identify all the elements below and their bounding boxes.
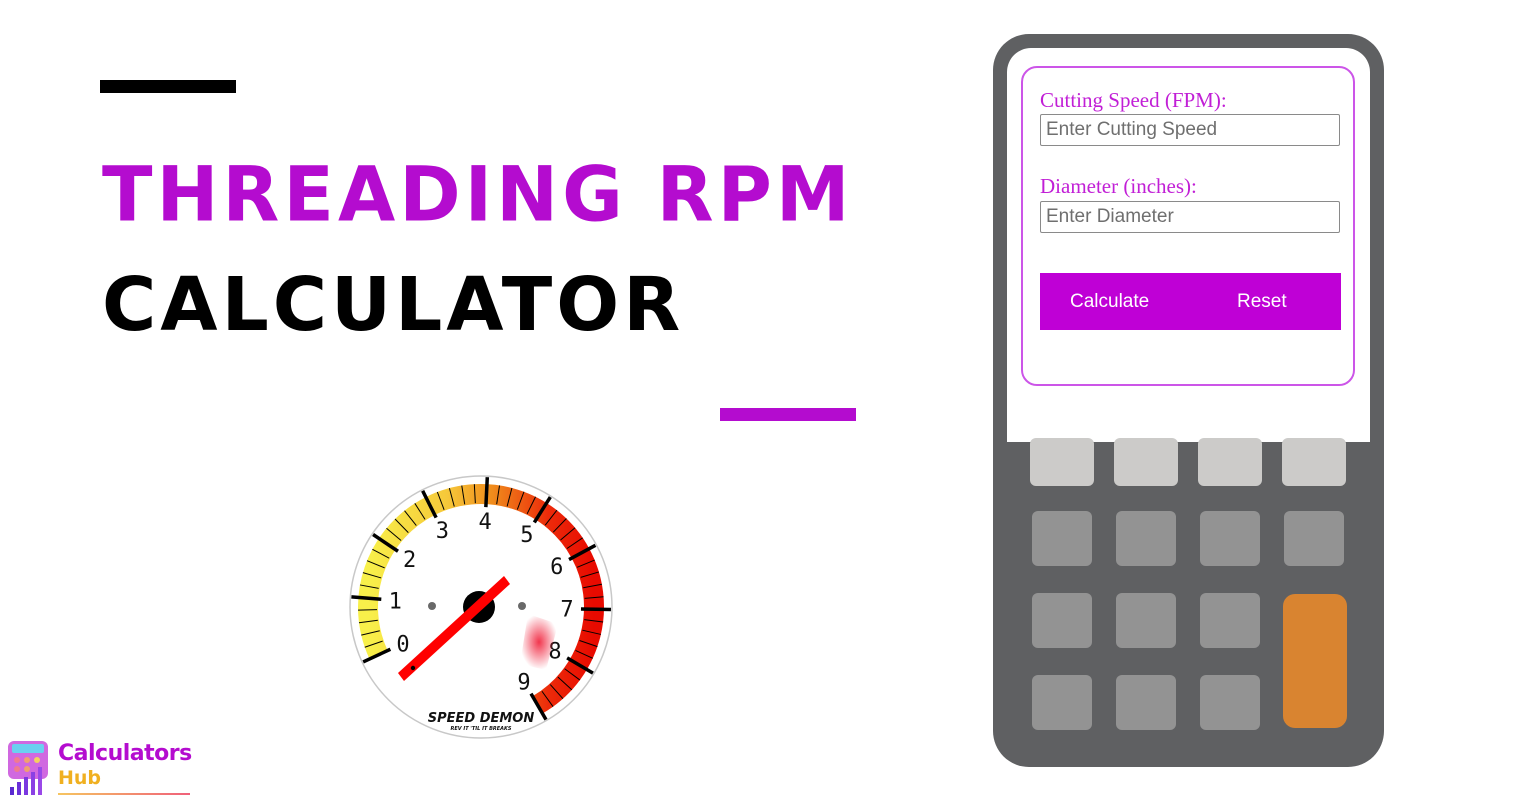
tachometer-icon: 0123 456789 SPEED DEMON REV IT 'TIL IT BR…: [349, 475, 613, 739]
gauge-label: 3: [436, 519, 449, 544]
keypad-key: [1032, 511, 1092, 566]
gauge-major-tick: [580, 607, 612, 612]
decorative-bar-bottom: [720, 408, 856, 421]
button-bar: Calculate Reset: [1040, 273, 1341, 330]
gauge-label: 7: [560, 598, 573, 623]
diameter-input[interactable]: [1040, 201, 1340, 233]
keypad-key: [1032, 593, 1092, 648]
reset-button[interactable]: Reset: [1237, 273, 1287, 330]
calculator-logo-icon: [8, 741, 48, 795]
gauge-needle-tip-dot: [410, 665, 416, 671]
calculator-device: Cutting Speed (FPM): Diameter (inches): …: [993, 34, 1384, 767]
gauge-dot-left: [428, 602, 436, 610]
keypad-key: [1030, 438, 1094, 486]
gauge-label: 0: [396, 632, 409, 657]
keypad-key: [1200, 511, 1260, 566]
gauge-major-tick: [351, 595, 382, 601]
keypad-key: [1114, 438, 1178, 486]
keypad-key: [1198, 438, 1262, 486]
logo-text-calculators: Calculators: [58, 741, 192, 766]
keypad-key: [1200, 675, 1260, 730]
cutting-speed-label: Cutting Speed (FPM):: [1040, 88, 1227, 112]
keypad-equals-key: [1283, 594, 1347, 728]
keypad-key: [1032, 675, 1092, 730]
gauge-label: 9: [517, 670, 530, 695]
gauge-label: 6: [550, 555, 563, 580]
gauge-dot-right: [518, 602, 526, 610]
gauge-label: 4: [479, 510, 492, 535]
calculator-screen: Cutting Speed (FPM): Diameter (inches): …: [1007, 48, 1370, 442]
diameter-label: Diameter (inches):: [1040, 174, 1197, 198]
gauge-label: 2: [403, 548, 416, 573]
gauge-major-tick: [484, 477, 490, 508]
gauge-tagline: REV IT 'TIL IT BREAKS: [450, 726, 511, 732]
gauge-brand: SPEED DEMON: [428, 711, 535, 726]
decorative-bar-top: [100, 80, 236, 93]
rpm-calculator-form: Cutting Speed (FPM): Diameter (inches): …: [1021, 66, 1355, 386]
gauge-label: 1: [389, 589, 402, 614]
logo-text-hub: Hub: [58, 767, 102, 789]
keypad-key: [1284, 511, 1344, 566]
calculators-hub-logo[interactable]: Calculators Hub: [6, 740, 196, 798]
keypad-key: [1116, 511, 1176, 566]
cutting-speed-input[interactable]: [1040, 114, 1340, 146]
page-title-line2: CALCULATOR: [102, 262, 685, 348]
keypad-key: [1282, 438, 1346, 486]
logo-underline: [58, 793, 190, 795]
keypad-key: [1116, 675, 1176, 730]
keypad-key: [1116, 593, 1176, 648]
gauge-label: 5: [520, 523, 533, 548]
page-title-line1: THREADING RPM: [102, 151, 854, 239]
keypad-key: [1200, 593, 1260, 648]
calculate-button[interactable]: Calculate: [1070, 273, 1149, 330]
